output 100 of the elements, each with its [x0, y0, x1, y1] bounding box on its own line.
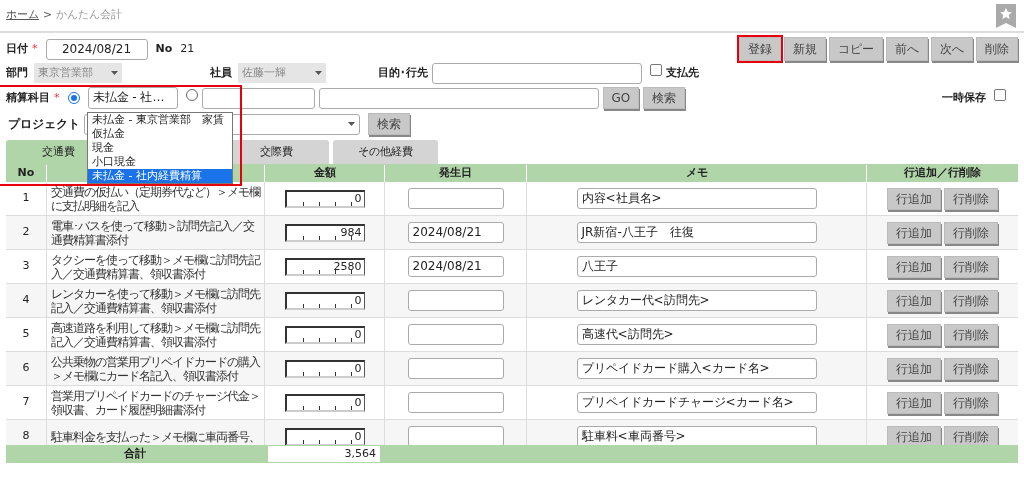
account-code-field[interactable]: [201, 87, 315, 109]
delete-row-button[interactable]: 行削除: [944, 425, 998, 445]
no-label: No: [155, 40, 173, 57]
temp-save-checkbox[interactable]: [994, 89, 1006, 102]
radio-button[interactable]: [185, 89, 198, 102]
memo-field[interactable]: 高速代<訪問先>: [576, 324, 817, 345]
radio-button[interactable]: [67, 91, 80, 104]
dept-label: 部門: [6, 64, 29, 81]
memo-field[interactable]: レンタカー代<訪問先>: [576, 290, 817, 311]
required-mark: *: [54, 89, 60, 106]
add-row-button[interactable]: 行追加: [887, 221, 941, 244]
memo-field[interactable]: 内容<社員名>: [576, 188, 817, 209]
toolbar-button[interactable]: 次へ: [931, 37, 973, 61]
account-select[interactable]: 未払金 - 社…: [87, 87, 178, 109]
breadcrumb-separator: >: [43, 7, 53, 24]
total-label: 合計: [123, 445, 147, 462]
column-header: No: [16, 165, 36, 181]
delete-row-button[interactable]: 行削除: [944, 391, 998, 414]
amount-field[interactable]: 0: [284, 427, 365, 445]
record-number: 21: [180, 40, 195, 57]
content-text: 営業用プリペイドカードのチャージ代金＞領収書、カード履歴明細書添付: [51, 388, 260, 417]
add-row-button[interactable]: 行追加: [887, 425, 941, 445]
amount-field[interactable]: 0: [284, 189, 365, 208]
content-text: タクシーを使って移動＞メモ欄に訪問先記入／交通費精算書、領収書添付: [51, 252, 260, 281]
date-field[interactable]: [407, 392, 504, 413]
date-field[interactable]: [407, 426, 504, 445]
memo-field[interactable]: プリペイドカードチャージ<カード名>: [576, 392, 817, 413]
dropdown-option[interactable]: 仮払金: [88, 127, 232, 141]
memo-field[interactable]: 八王子: [576, 256, 817, 277]
total-amount: 3,564: [268, 446, 380, 462]
account-name-field[interactable]: [318, 87, 599, 109]
row-number: 5: [21, 326, 31, 343]
date-field[interactable]: [407, 188, 504, 209]
amount-field[interactable]: 0: [284, 325, 365, 344]
dropdown-option[interactable]: 未払金 - 東京営業部 家賃: [88, 113, 232, 127]
add-row-button[interactable]: 行追加: [887, 391, 941, 414]
toolbar-button[interactable]: 登録: [739, 37, 781, 61]
temp-save-label: 一時保存: [942, 89, 986, 106]
purpose-field[interactable]: [432, 62, 642, 84]
memo-field[interactable]: JR新宿-八王子 往復: [576, 222, 817, 243]
delete-row-button[interactable]: 行削除: [944, 187, 998, 210]
caret-icon: [315, 71, 322, 75]
caret-icon: [348, 122, 355, 126]
caret-icon: [111, 71, 118, 75]
row-number: 2: [21, 224, 31, 241]
add-row-button[interactable]: 行追加: [887, 357, 941, 380]
payee-checkbox[interactable]: [650, 64, 662, 77]
toolbar-button[interactable]: 前へ: [886, 37, 928, 61]
required-mark: *: [32, 40, 38, 57]
delete-row-button[interactable]: 行削除: [944, 289, 998, 312]
date-field[interactable]: 2024/08/21: [407, 222, 504, 243]
date-field[interactable]: [407, 324, 504, 345]
add-row-button[interactable]: 行追加: [887, 255, 941, 278]
amount-field[interactable]: 2580: [284, 257, 365, 276]
date-field[interactable]: 2024/08/21: [45, 38, 148, 60]
toolbar-button[interactable]: 削除: [976, 37, 1018, 61]
amount-field[interactable]: 0: [284, 393, 365, 412]
memo-field[interactable]: プリペイドカード購入<カード名>: [576, 358, 817, 379]
amount-field[interactable]: 0: [284, 359, 365, 378]
star-icon[interactable]: [996, 3, 1016, 28]
project-label: プロジェクト: [8, 116, 80, 133]
go-button[interactable]: GO: [602, 87, 640, 109]
amount-field[interactable]: 0: [284, 291, 365, 310]
dropdown-option[interactable]: 未払金 - 社内経費精算: [88, 169, 232, 183]
date-field[interactable]: [407, 358, 504, 379]
toolbar-button[interactable]: コピー: [829, 37, 883, 61]
date-field[interactable]: [407, 290, 504, 311]
delete-row-button[interactable]: 行削除: [944, 221, 998, 244]
employee-label: 社員: [210, 64, 233, 81]
home-link[interactable]: ホーム: [6, 7, 39, 24]
tab[interactable]: その他経費: [333, 140, 438, 164]
account-label: 精算科目: [6, 89, 50, 106]
content-text: 電車･バスを使って移動＞訪問先記入／交通費精算書添付: [51, 218, 256, 247]
project-search-button[interactable]: 検索: [368, 113, 410, 135]
add-row-button[interactable]: 行追加: [887, 289, 941, 312]
toolbar-button[interactable]: 新規: [784, 37, 826, 61]
row-number: 6: [21, 360, 31, 377]
content-text: レンタカーを使って移動＞メモ欄に訪問先記入／交通費精算書、領収書添付: [51, 286, 260, 315]
content-text: 交通費の仮払い（定期券代など）＞メモ欄に支払明細を記入: [51, 184, 260, 213]
add-row-button[interactable]: 行追加: [887, 323, 941, 346]
row-number: 4: [21, 292, 31, 309]
content-text: 駐車料金を支払った＞メモ欄に車両番号、: [51, 429, 260, 444]
memo-field[interactable]: 駐車料<車両番号>: [576, 426, 817, 445]
delete-row-button[interactable]: 行削除: [944, 323, 998, 346]
search-button[interactable]: 検索: [643, 87, 686, 109]
row-number: 7: [21, 394, 31, 411]
payee-label: 支払先: [666, 64, 699, 81]
delete-row-button[interactable]: 行削除: [944, 255, 998, 278]
row-number: 8: [21, 428, 31, 445]
date-label: 日付: [6, 40, 28, 57]
content-text: 高速道路を利用して移動＞メモ欄に訪問先記入／交通費精算書、領収書添付: [51, 320, 260, 349]
breadcrumb-current: かんたん会計: [56, 7, 123, 24]
add-row-button[interactable]: 行追加: [887, 187, 941, 210]
amount-field[interactable]: 984: [284, 223, 365, 242]
content-text: 公共乗物の営業用プリペイドカードの購入＞メモ欄にカード名記入、領収書添付: [51, 354, 260, 383]
purpose-label: 目的･行先: [378, 64, 428, 81]
delete-row-button[interactable]: 行削除: [944, 357, 998, 380]
row-number: 3: [21, 258, 31, 275]
date-field[interactable]: 2024/08/21: [407, 256, 504, 277]
row-number: 1: [21, 190, 31, 207]
